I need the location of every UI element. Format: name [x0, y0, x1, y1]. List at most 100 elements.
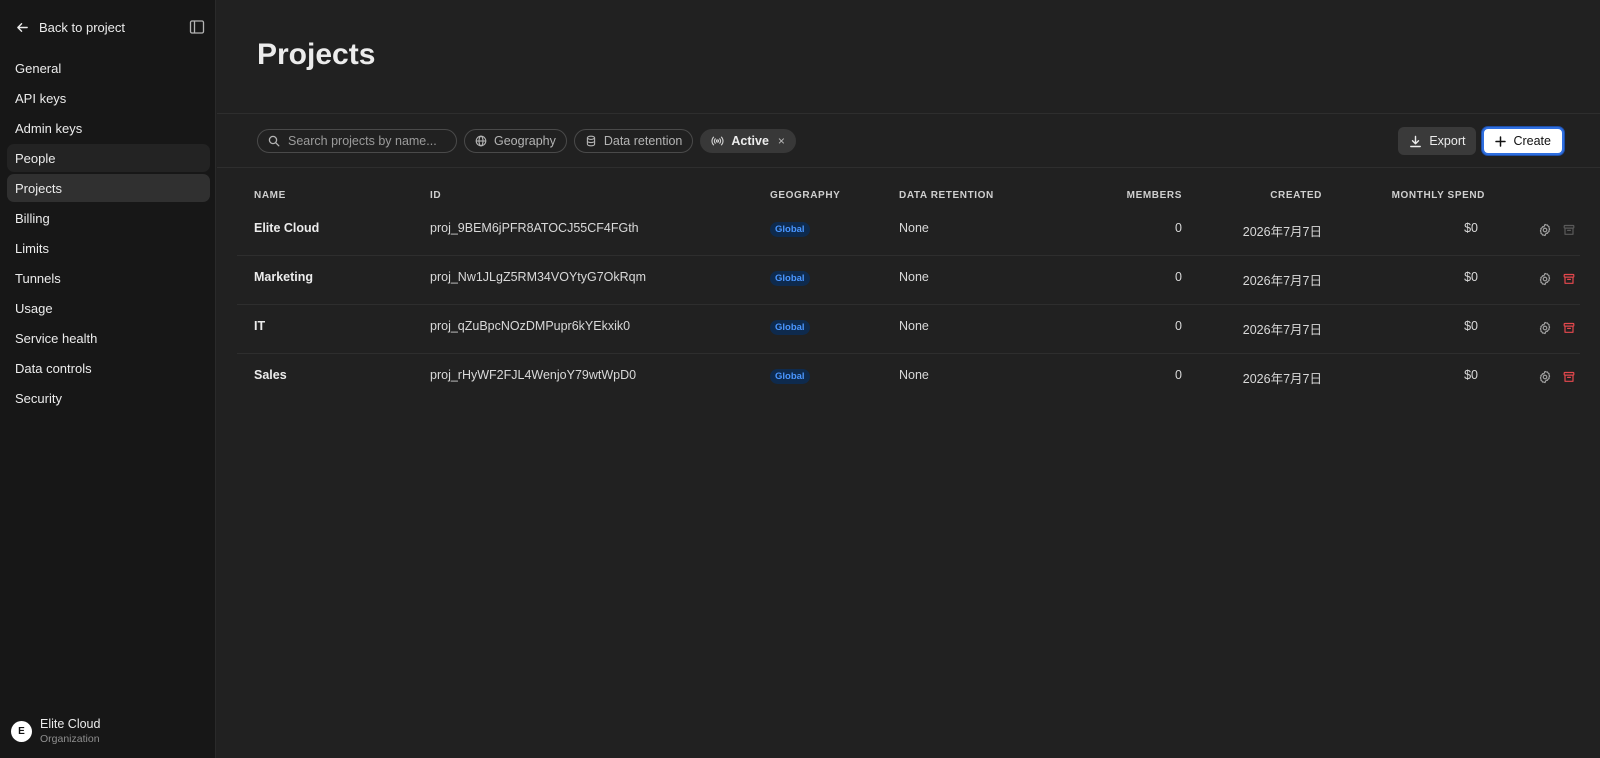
project-name: Sales	[254, 368, 287, 382]
project-name: Elite Cloud	[254, 221, 320, 235]
search-input[interactable]	[288, 134, 448, 148]
created-date: 2026年7月7日	[1242, 323, 1322, 337]
geography-filter[interactable]: Geography	[464, 129, 567, 153]
table-body: Elite Cloud proj_9BEM6jPFR8ATOCJ55CF4FGt…	[237, 207, 1580, 403]
sidebar-item-label: API keys	[15, 90, 67, 106]
data-retention-value: None	[899, 319, 929, 333]
gear-icon	[1539, 223, 1551, 237]
sidebar-item-label: General	[15, 60, 62, 76]
gear-icon	[1539, 272, 1551, 286]
table-row[interactable]: IT proj_qZuBpcNOzDMPupr6kYEkxik0 Global …	[237, 305, 1580, 354]
search-box	[257, 129, 457, 153]
divider	[217, 167, 1600, 168]
project-settings-button[interactable]	[1538, 272, 1552, 286]
sidebar-item-tunnels[interactable]: Tunnels	[7, 264, 210, 292]
members-count: 0	[1175, 270, 1182, 284]
column-header-geography[interactable]: GEOGRAPHY	[770, 190, 840, 201]
column-header-created[interactable]: CREATED	[1270, 190, 1322, 201]
sidebar-item-limits[interactable]: Limits	[7, 234, 210, 262]
arrow-left-icon	[17, 22, 28, 32]
create-label: Create	[1513, 134, 1551, 148]
sidebar-item-projects[interactable]: Projects	[7, 174, 210, 202]
sidebar-item-label: People	[15, 150, 56, 166]
table-row[interactable]: Elite Cloud proj_9BEM6jPFR8ATOCJ55CF4FGt…	[237, 207, 1580, 256]
sidebar-toggle-button[interactable]	[188, 18, 206, 36]
sidebar-item-label: Security	[15, 390, 62, 406]
sidebar-item-security[interactable]: Security	[7, 384, 210, 412]
avatar: E	[11, 720, 32, 742]
sidebar-item-label: Projects	[15, 180, 62, 196]
filter-toolbar: Geography Data retention Active ×	[257, 129, 796, 153]
export-button[interactable]: Export	[1398, 127, 1477, 155]
sidebar-item-label: Service health	[15, 330, 98, 346]
archive-icon	[1563, 322, 1575, 333]
broadcast-icon	[711, 136, 724, 146]
sidebar-item-service-health[interactable]: Service health	[7, 324, 210, 352]
column-header-name[interactable]: NAME	[254, 190, 286, 201]
project-settings-button[interactable]	[1538, 321, 1552, 335]
export-label: Export	[1429, 134, 1466, 148]
status-filter[interactable]: Active ×	[700, 129, 796, 153]
geography-badge: Global	[770, 369, 810, 384]
project-settings-button[interactable]	[1538, 370, 1552, 384]
organization-switcher[interactable]: E Elite Cloud Organization	[11, 716, 100, 746]
geography-badge: Global	[770, 222, 810, 237]
sidebar-item-admin-keys[interactable]: Admin keys	[7, 114, 210, 142]
monthly-spend-value: $0	[1464, 368, 1478, 382]
created-date: 2026年7月7日	[1242, 225, 1322, 239]
sidebar-nav: General API keys Admin keys People Proje…	[7, 54, 210, 414]
column-header-monthly-spend[interactable]: MONTHLY SPEND	[1392, 190, 1485, 201]
archive-project-button[interactable]	[1562, 223, 1576, 237]
organization-subtitle: Organization	[40, 733, 100, 745]
archive-project-button[interactable]	[1562, 321, 1576, 335]
create-project-button[interactable]: Create	[1482, 127, 1564, 155]
projects-table: NAME ID GEOGRAPHY DATA RETENTION MEMBERS…	[237, 187, 1580, 403]
archive-project-button[interactable]	[1562, 370, 1576, 384]
sidebar-item-general[interactable]: General	[7, 54, 210, 82]
organization-info: Elite Cloud Organization	[40, 716, 100, 746]
table-row[interactable]: Sales proj_rHyWF2FJL4WenjoY79wtWpD0 Glob…	[237, 354, 1580, 403]
geography-badge: Global	[770, 320, 810, 335]
sidebar-item-people[interactable]: People	[7, 144, 210, 172]
sidebar-item-label: Admin keys	[15, 120, 83, 136]
project-id: proj_qZuBpcNOzDMPupr6kYEkxik0	[430, 319, 631, 333]
data-retention-filter[interactable]: Data retention	[573, 129, 694, 153]
project-settings-button[interactable]	[1538, 223, 1552, 237]
archive-project-button[interactable]	[1562, 272, 1576, 286]
project-id: proj_9BEM6jPFR8ATOCJ55CF4FGth	[430, 221, 639, 235]
data-retention-filter-label: Data retention	[603, 134, 683, 148]
back-to-project-link[interactable]: Back to project	[16, 20, 125, 35]
data-retention-value: None	[899, 221, 929, 235]
sidebar-item-label: Data controls	[15, 360, 92, 376]
page-title: Projects	[257, 38, 376, 71]
table-row[interactable]: Marketing proj_Nw1JLgZ5RM34VOYtyG7OkRqm …	[237, 256, 1580, 305]
sidebar-item-label: Billing	[15, 210, 50, 226]
sidebar-item-api-keys[interactable]: API keys	[7, 84, 210, 112]
sidebar-item-data-controls[interactable]: Data controls	[7, 354, 210, 382]
organization-name: Elite Cloud	[40, 717, 101, 731]
sidebar-item-usage[interactable]: Usage	[7, 294, 210, 322]
monthly-spend-value: $0	[1464, 319, 1478, 333]
globe-icon	[475, 135, 487, 147]
database-icon	[586, 135, 596, 147]
project-name: Marketing	[254, 270, 314, 284]
archive-icon	[1563, 371, 1575, 382]
column-header-id[interactable]: ID	[430, 190, 441, 201]
column-header-members[interactable]: MEMBERS	[1127, 190, 1182, 201]
sidebar-item-label: Limits	[15, 240, 49, 256]
members-count: 0	[1175, 368, 1182, 382]
clear-status-filter-button[interactable]: ×	[778, 134, 785, 148]
project-id: proj_Nw1JLgZ5RM34VOYtyG7OkRqm	[430, 270, 647, 284]
table-header: NAME ID GEOGRAPHY DATA RETENTION MEMBERS…	[237, 187, 1580, 207]
search-icon	[268, 135, 280, 147]
project-id: proj_rHyWF2FJL4WenjoY79wtWpD0	[430, 368, 637, 382]
sidebar-item-billing[interactable]: Billing	[7, 204, 210, 232]
column-header-data-retention[interactable]: DATA RETENTION	[899, 190, 994, 201]
data-retention-value: None	[899, 270, 929, 284]
members-count: 0	[1175, 319, 1182, 333]
geography-filter-label: Geography	[494, 134, 556, 148]
sidebar: Back to project General API keys Admin k…	[0, 0, 216, 758]
sidebar-item-label: Usage	[15, 300, 53, 316]
monthly-spend-value: $0	[1464, 221, 1478, 235]
back-to-project-label: Back to project	[39, 19, 125, 35]
